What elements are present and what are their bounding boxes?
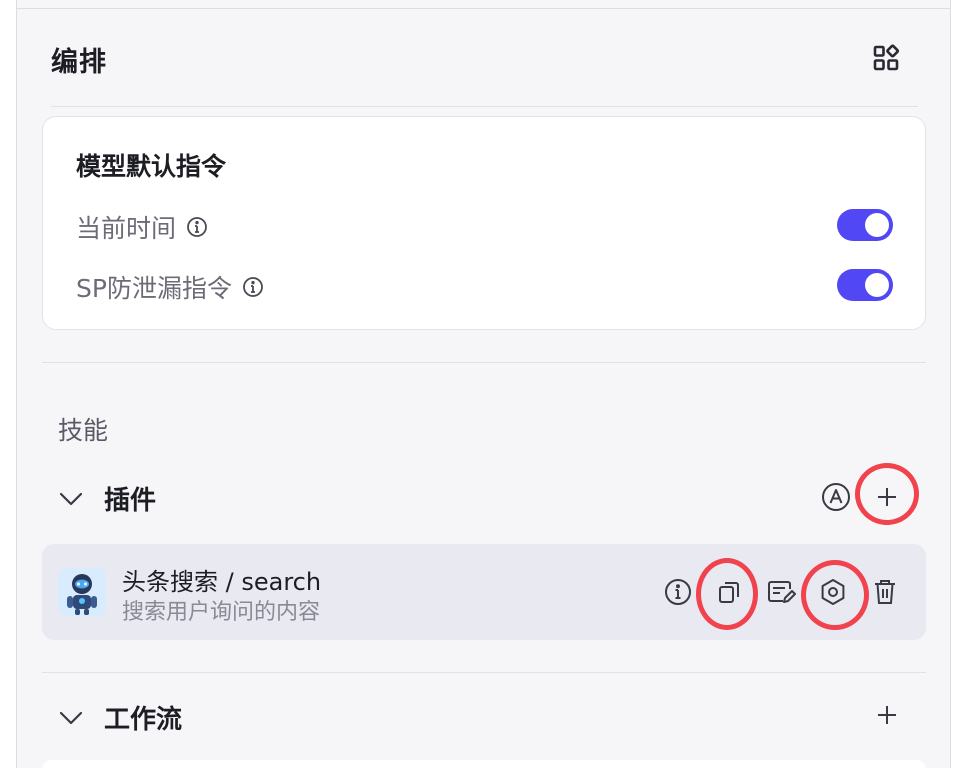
left-frame-edge xyxy=(0,0,17,768)
model-instructions-card: 模型默认指令 当前时间 SP防泄漏指令 xyxy=(42,116,926,330)
panel-title: 编排 xyxy=(51,47,107,78)
card-divider xyxy=(42,362,926,363)
toggle-sp-leak-guard[interactable] xyxy=(837,269,893,301)
plugin-delete-button[interactable] xyxy=(868,575,902,609)
setting-current-time-label: 当前时间 xyxy=(76,214,177,243)
plugin-list-item[interactable]: 头条搜索 / search 搜索用户询问的内容 xyxy=(42,544,926,640)
trash-icon xyxy=(875,580,895,604)
plugins-group-label: 插件 xyxy=(104,486,157,516)
toggle-knob xyxy=(865,273,889,297)
plugin-description: 搜索用户询问的内容 xyxy=(122,600,321,625)
top-frame-edge xyxy=(17,0,950,9)
skills-section-label: 技能 xyxy=(58,416,109,445)
copy-icon xyxy=(719,582,739,603)
plugins-group-header[interactable]: 插件 xyxy=(56,480,156,517)
plugin-settings-button[interactable] xyxy=(816,575,850,609)
info-icon[interactable] xyxy=(242,276,264,298)
setting-sp-leak-guard-label: SP防泄漏指令 xyxy=(76,274,232,303)
layout-grid-icon xyxy=(873,44,900,71)
setting-sp-leak-guard: SP防泄漏指令 xyxy=(76,269,264,305)
auto-a-icon xyxy=(822,483,850,511)
layout-toggle-button[interactable] xyxy=(870,42,902,74)
workflow-group-header[interactable]: 工作流 xyxy=(56,699,182,736)
toggle-knob xyxy=(865,213,889,237)
plugin-info-button[interactable] xyxy=(661,575,695,609)
workflow-group-label: 工作流 xyxy=(104,705,183,735)
plugin-avatar xyxy=(58,568,106,616)
workflow-card xyxy=(42,760,926,768)
plugin-copy-button[interactable] xyxy=(712,575,746,609)
plugin-edit-button[interactable] xyxy=(764,575,798,609)
settings-icon xyxy=(821,579,845,605)
chevron-down-icon xyxy=(56,703,86,733)
auto-select-plugin-button[interactable] xyxy=(819,480,853,514)
right-frame-edge xyxy=(950,0,960,768)
info-icon xyxy=(665,579,691,605)
plugin-name: 头条搜索 / search xyxy=(122,568,322,596)
add-plugin-button[interactable] xyxy=(870,480,904,514)
add-workflow-button[interactable] xyxy=(870,698,904,732)
model-instructions-title: 模型默认指令 xyxy=(76,152,227,181)
plus-icon xyxy=(878,488,896,506)
setting-current-time: 当前时间 xyxy=(76,209,208,245)
plugins-divider xyxy=(42,672,926,673)
plus-icon xyxy=(878,706,896,724)
edit-icon xyxy=(768,581,796,603)
toggle-current-time[interactable] xyxy=(837,209,893,241)
header-divider xyxy=(51,106,918,107)
chevron-down-icon xyxy=(56,484,86,514)
info-icon[interactable] xyxy=(186,216,208,238)
